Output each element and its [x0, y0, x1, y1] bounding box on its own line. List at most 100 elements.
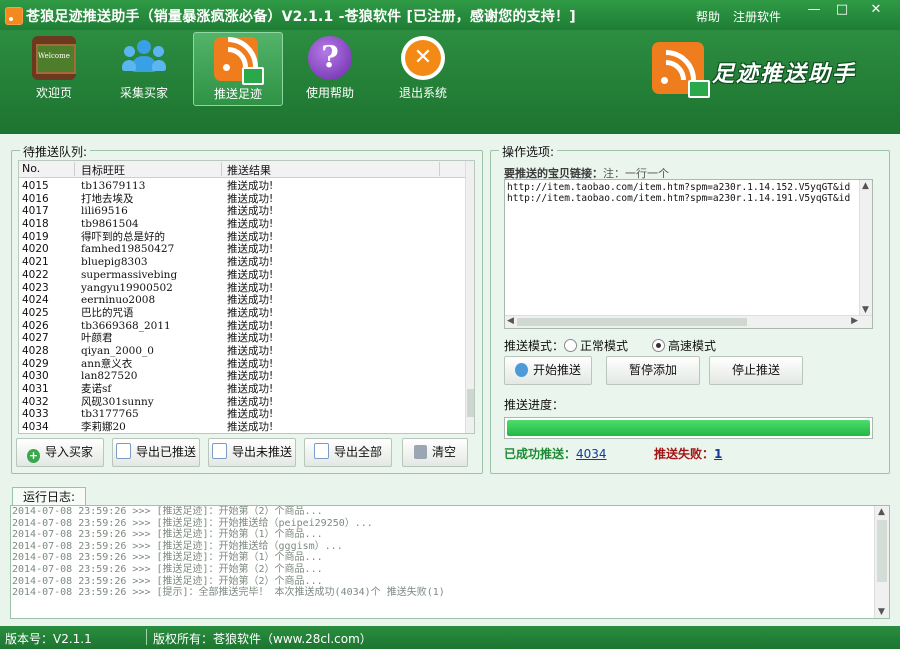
row-no: 4021 — [22, 256, 49, 269]
table-row[interactable]: 4034 李莉娜20 推送成功! — [19, 421, 465, 433]
table-row[interactable]: 4024 eerninuo2008 推送成功! — [19, 294, 465, 307]
url-hscroll-thumb[interactable] — [517, 318, 747, 326]
progress-label: 推送进度： — [504, 398, 565, 412]
table-row[interactable]: 4017 lili69516 推送成功! — [19, 205, 465, 218]
close-button[interactable]: ✕ — [862, 0, 890, 22]
window-title: 苍狼足迹推送助手（销量暴涨疯涨必备）V2.1.1 -苍狼软件 [已注册，感谢您的… — [26, 9, 576, 25]
row-no: 4016 — [22, 192, 49, 205]
table-row[interactable]: 4020 famhed19850427 推送成功! — [19, 243, 465, 256]
table-row[interactable]: 4026 tb3669368_2011 推送成功! — [19, 320, 465, 333]
export-pushed-button[interactable]: 导出已推送 — [112, 438, 200, 467]
queue-scrollbar[interactable] — [465, 161, 474, 433]
row-target: famhed19850427 — [81, 243, 175, 256]
register-link[interactable]: 注册软件 — [733, 8, 781, 25]
header-name[interactable]: 目标旺旺 — [81, 162, 125, 178]
export-pushed-label: 导出已推送 — [135, 445, 196, 459]
tool-collect-buyers[interactable]: 采集买家 — [100, 32, 188, 104]
row-no: 4020 — [22, 243, 49, 256]
scroll-right-icon[interactable]: ▶ — [851, 316, 858, 326]
queue-rows: 4015 tb13679113 推送成功! 4016 打地去埃及 推送成功! 4017 lil… — [19, 180, 465, 433]
row-result: 推送成功! — [227, 332, 274, 345]
queue-title: 待推送队列: — [20, 143, 91, 160]
table-row[interactable]: 4018 tb9861504 推送成功! — [19, 218, 465, 231]
row-target: 麦诺sf — [81, 383, 112, 395]
table-row[interactable]: 4032 风砚301sunny 推送成功! — [19, 396, 465, 409]
brand-rss-icon — [623, 37, 710, 123]
tool-collect-label: 采集买家 — [119, 86, 168, 100]
tool-exit-label: 退出系统 — [398, 86, 447, 100]
people-icon — [122, 36, 166, 80]
table-row[interactable]: 4029 ann意义衣 推送成功! — [19, 358, 465, 371]
start-push-label: 开始推送 — [532, 363, 581, 377]
table-row[interactable]: 4030 lan827520 推送成功! — [19, 370, 465, 383]
table-row[interactable]: 4015 tb13679113 推送成功! — [19, 180, 465, 193]
row-no: 4017 — [22, 205, 49, 218]
table-row[interactable]: 4016 打地去埃及 推送成功! — [19, 193, 465, 206]
header-result[interactable]: 推送结果 — [227, 162, 271, 178]
url-horizontal-scrollbar[interactable]: ◀ ▶ — [505, 315, 872, 328]
export-all-button[interactable]: 导出全部 — [304, 438, 392, 467]
tool-push-footprint[interactable]: 推送足迹 — [185, 24, 283, 110]
row-target: 叶颜君 — [81, 332, 113, 345]
queue-table[interactable]: No. 目标旺旺 推送结果 4015 tb13679113 推送成功! 4016 打地去… — [18, 160, 475, 434]
import-buyers-label: 导入买家 — [44, 445, 93, 459]
stop-push-button[interactable]: 停止推送 — [709, 356, 803, 385]
maximize-button[interactable]: □ — [828, 0, 856, 22]
row-result: 推送成功! — [227, 395, 274, 408]
brand-title: 足迹推送助手 — [712, 62, 857, 87]
row-target: supermassivebing — [81, 268, 178, 281]
url-textarea[interactable]: http://item.taobao.com/item.htm?spm=a230… — [504, 179, 873, 329]
pause-add-button[interactable]: 暂停添加 — [606, 356, 700, 385]
scroll-down-icon[interactable]: ▼ — [862, 305, 869, 315]
minimize-button[interactable]: — — [800, 0, 828, 22]
scroll-down-icon[interactable]: ▼ — [878, 607, 885, 617]
table-row[interactable]: 4019 得吓到的总是好的 推送成功! — [19, 231, 465, 244]
tool-welcome[interactable]: 欢迎页 — [10, 32, 98, 104]
rss-push-icon — [185, 24, 271, 110]
log-line: 2014-07-08 23:59:26 >>> [推送足迹]：开始推送给（ggg… — [12, 540, 343, 552]
import-buyers-button[interactable]: + 导入买家 — [16, 438, 104, 467]
log-scrollbar[interactable]: ▲ ▼ — [874, 506, 889, 618]
url-vertical-scrollbar[interactable]: ▲ ▼ — [859, 180, 872, 316]
fast-mode-radio[interactable]: 高速模式 — [652, 337, 716, 354]
table-row[interactable]: 4033 tb3177765 推送成功! — [19, 408, 465, 421]
log-scroll-thumb[interactable] — [877, 520, 887, 582]
table-row[interactable]: 4022 supermassivebing 推送成功! — [19, 269, 465, 282]
export-unpushed-button[interactable]: 导出未推送 — [208, 438, 296, 467]
help-link[interactable]: 帮助 — [696, 8, 720, 25]
row-no: 4018 — [22, 218, 49, 231]
scroll-up-icon[interactable]: ▲ — [878, 507, 885, 517]
table-row[interactable]: 4027 叶颜君 推送成功! — [19, 332, 465, 345]
table-row[interactable]: 4028 qiyan_2000_0 推送成功! — [19, 345, 465, 358]
table-row[interactable]: 4025 巴比的咒语 推送成功! — [19, 307, 465, 320]
trash-icon — [413, 445, 427, 459]
log-panel[interactable]: 2014-07-08 23:59:26 >>> [推送足迹]：开始第（2）个商品… — [10, 505, 890, 619]
row-target: tb13679113 — [81, 180, 146, 192]
row-result: 推送成功! — [227, 218, 274, 231]
clear-button[interactable]: 清空 — [402, 438, 468, 467]
fail-count[interactable]: 1 — [714, 447, 722, 461]
normal-mode-radio[interactable]: 正常模式 — [564, 337, 628, 354]
add-icon: + — [26, 449, 40, 463]
table-row[interactable]: 4021 bluepig8303 推送成功! — [19, 256, 465, 269]
tool-exit[interactable]: 退出系统 — [379, 32, 467, 104]
scroll-up-icon[interactable]: ▲ — [862, 181, 869, 191]
header-no[interactable]: No. — [22, 162, 40, 175]
row-target: bluepig8303 — [81, 256, 148, 269]
log-line: 2014-07-08 23:59:26 >>> [推送足迹]：开始第（2）个商品… — [12, 575, 323, 587]
export-doc-icon — [313, 443, 329, 459]
log-tab[interactable]: 运行日志: — [12, 487, 86, 507]
row-target: yangyu19900502 — [81, 281, 173, 294]
queue-scroll-thumb[interactable] — [467, 389, 474, 417]
export-doc-icon — [211, 443, 227, 459]
success-count[interactable]: 4034 — [576, 447, 607, 461]
options-panel: 操作选项: 要推送的宝贝链接：注：一行一个 http://item.taobao… — [490, 143, 890, 474]
brand-logo: 足迹推送助手 — [623, 37, 894, 123]
table-row[interactable]: 4031 麦诺sf 推送成功! — [19, 383, 465, 396]
tool-usage-help[interactable]: ? 使用帮助 — [286, 32, 374, 104]
start-push-button[interactable]: 开始推送 — [504, 356, 592, 385]
table-row[interactable]: 4023 yangyu19900502 推送成功! — [19, 282, 465, 295]
scroll-left-icon[interactable]: ◀ — [507, 316, 514, 326]
row-no: 4029 — [22, 357, 49, 370]
pause-add-label: 暂停添加 — [628, 363, 677, 377]
